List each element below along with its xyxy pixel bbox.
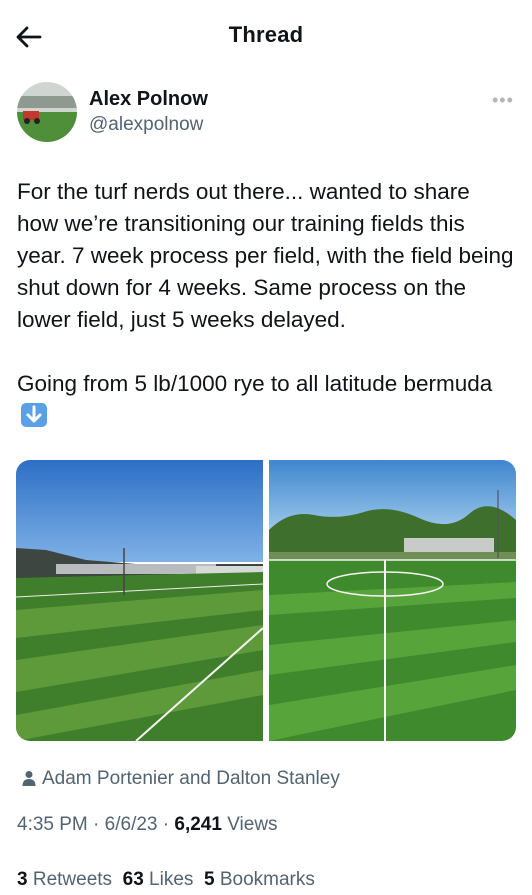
- bookmarks-label[interactable]: Bookmarks: [220, 869, 315, 890]
- meta-separator: ·: [162, 814, 170, 835]
- top-bar: Thread: [0, 0, 532, 72]
- bookmarks-count[interactable]: 5: [204, 869, 215, 890]
- avatar[interactable]: [17, 82, 77, 142]
- tweet-time: 4:35 PM: [17, 814, 88, 835]
- author-name[interactable]: Alex Polnow: [89, 88, 208, 111]
- tweet-paragraph-2: Going from 5 lb/1000 rye to all latitude…: [17, 371, 493, 396]
- tweet-date: 6/6/23: [104, 814, 158, 835]
- tweet-meta: 4:35 PM · 6/6/23 · 6,241 Views: [17, 814, 278, 836]
- photo-field-1[interactable]: [16, 460, 263, 741]
- retweets-label[interactable]: Retweets: [33, 869, 112, 890]
- page-title: Thread: [228, 22, 304, 47]
- views-count: 6,241: [174, 814, 222, 835]
- down-arrow-emoji: [21, 403, 47, 427]
- tweet-body: For the turf nerds out there... wanted t…: [17, 176, 517, 432]
- tagged-users-label: Adam Portenier and Dalton Stanley: [42, 768, 340, 789]
- views-label[interactable]: Views: [227, 814, 277, 835]
- tagged-users[interactable]: Adam Portenier and Dalton Stanley: [22, 768, 340, 790]
- author-handle[interactable]: @alexpolnow: [89, 114, 203, 136]
- person-icon: [22, 771, 36, 786]
- retweets-count[interactable]: 3: [17, 869, 28, 890]
- photo-field-2[interactable]: [269, 460, 516, 741]
- likes-count[interactable]: 63: [123, 869, 144, 890]
- tweet-paragraph-1: For the turf nerds out there... wanted t…: [17, 179, 520, 332]
- more-horizontal-icon[interactable]: •••: [492, 90, 514, 111]
- engagement-stats: 3 Retweets 63 Likes 5 Bookmarks: [17, 869, 315, 891]
- meta-separator: ·: [93, 814, 100, 835]
- likes-label[interactable]: Likes: [149, 869, 193, 890]
- media-grid: [16, 460, 516, 741]
